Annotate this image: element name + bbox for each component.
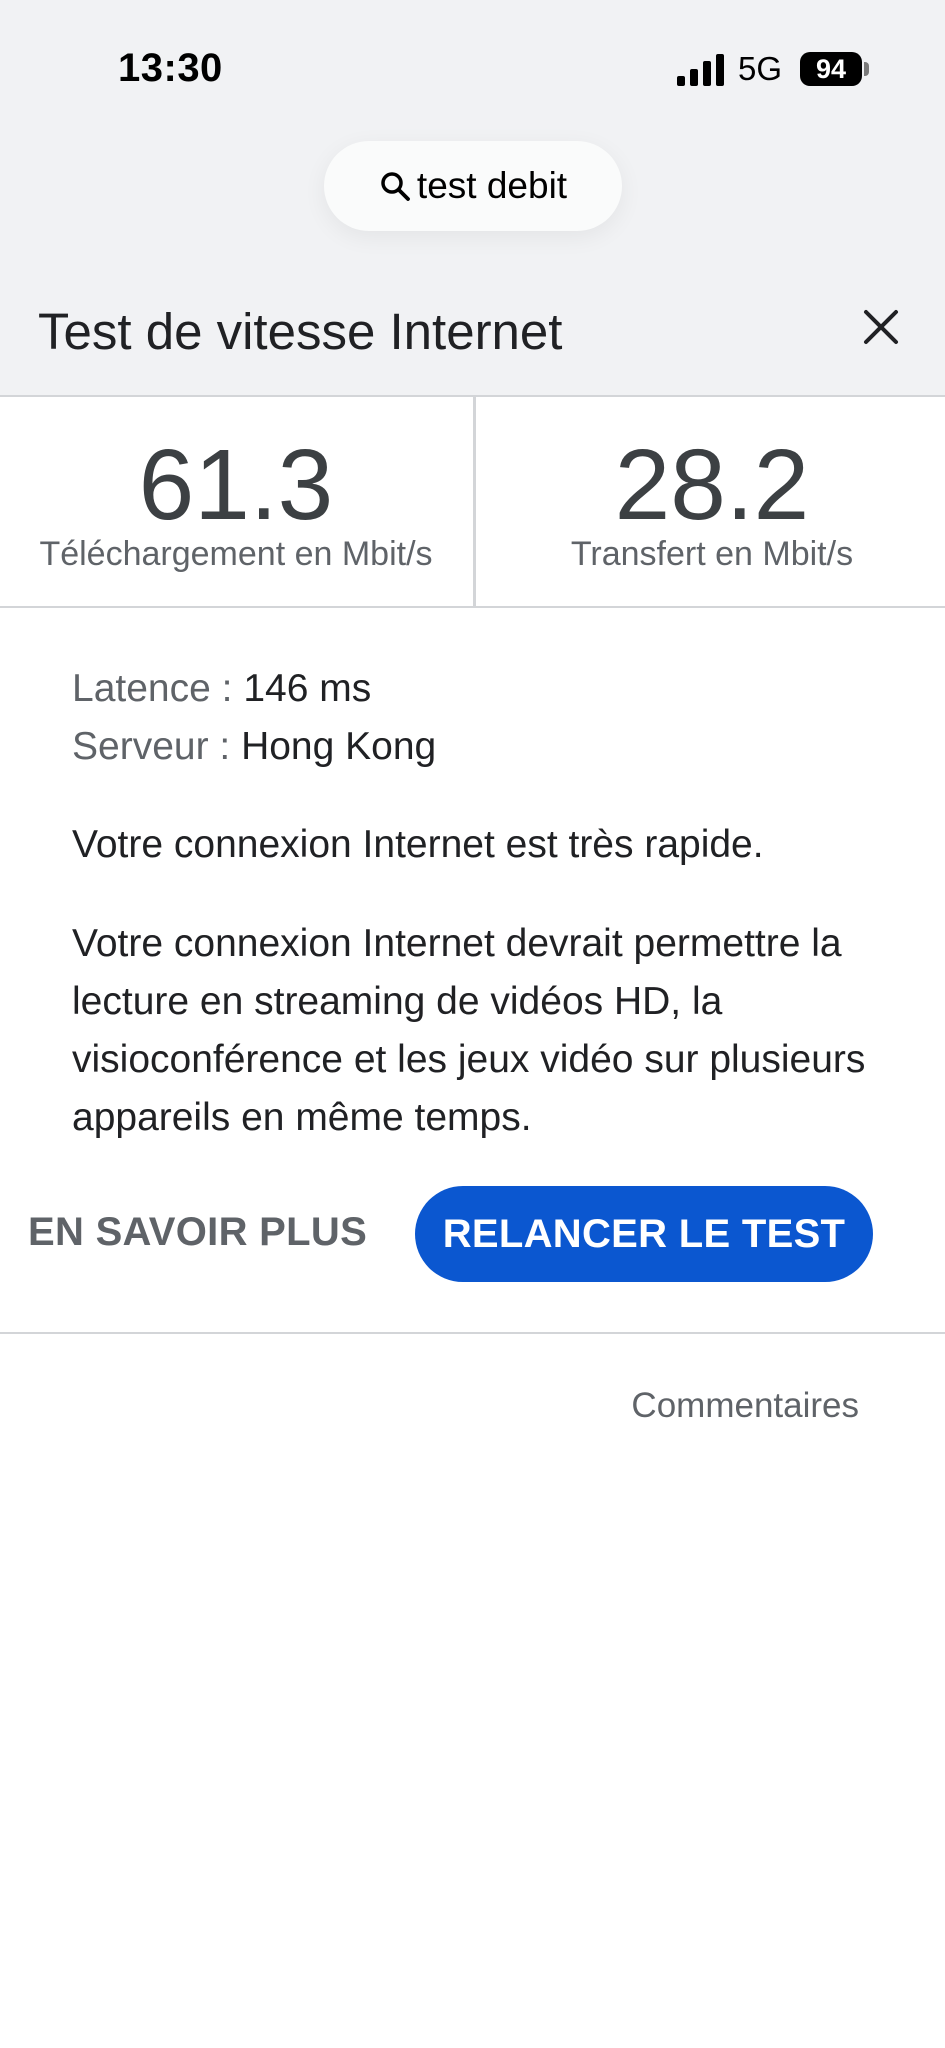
battery-icon: 94 — [800, 52, 862, 86]
network-type: 5G — [738, 50, 783, 87]
upload-value: 28.2 — [614, 429, 810, 541]
upload-stat: 28.2 Transfert en Mbit/s — [473, 397, 945, 606]
battery-tip — [864, 62, 869, 76]
test-details: Latence : 146 ms Serveur : Hong Kong — [72, 660, 892, 776]
latency-label: Latence : — [72, 667, 233, 710]
divider — [0, 1332, 945, 1334]
latency-value: 146 ms — [243, 667, 372, 710]
header-area: 13:30 5G 94 test debit Test de vitesse I… — [0, 0, 945, 395]
search-icon — [381, 172, 410, 201]
speed-results: 61.3 Téléchargement en Mbit/s 28.2 Trans… — [0, 395, 945, 608]
latency-row: Latence : 146 ms — [72, 660, 892, 718]
search-query-text: test debit — [416, 165, 568, 206]
learn-more-button[interactable]: EN SAVOIR PLUS — [28, 1210, 367, 1255]
server-value: Hong Kong — [241, 725, 437, 768]
download-value: 61.3 — [138, 429, 334, 541]
action-row: EN SAVOIR PLUS RELANCER LE TEST — [0, 1186, 945, 1282]
speed-summary: Votre connexion Internet est très rapide… — [72, 823, 764, 866]
rerun-test-button[interactable]: RELANCER LE TEST — [415, 1186, 873, 1282]
server-row: Serveur : Hong Kong — [72, 718, 892, 776]
server-label: Serveur : — [72, 725, 231, 768]
card-title: Test de vitesse Internet — [38, 303, 563, 360]
status-time: 13:30 — [118, 46, 223, 90]
close-icon[interactable] — [856, 302, 906, 352]
status-bar: 13:30 5G 94 — [0, 0, 945, 140]
cellular-signal-icon — [677, 54, 724, 86]
feedback-link[interactable]: Commentaires — [631, 1386, 859, 1426]
search-query-pill[interactable]: test debit — [324, 141, 622, 231]
upload-label: Transfert en Mbit/s — [570, 535, 854, 573]
download-stat: 61.3 Téléchargement en Mbit/s — [0, 397, 472, 606]
speed-description: Votre connexion Internet devrait permett… — [72, 922, 866, 1139]
download-label: Téléchargement en Mbit/s — [39, 535, 433, 573]
